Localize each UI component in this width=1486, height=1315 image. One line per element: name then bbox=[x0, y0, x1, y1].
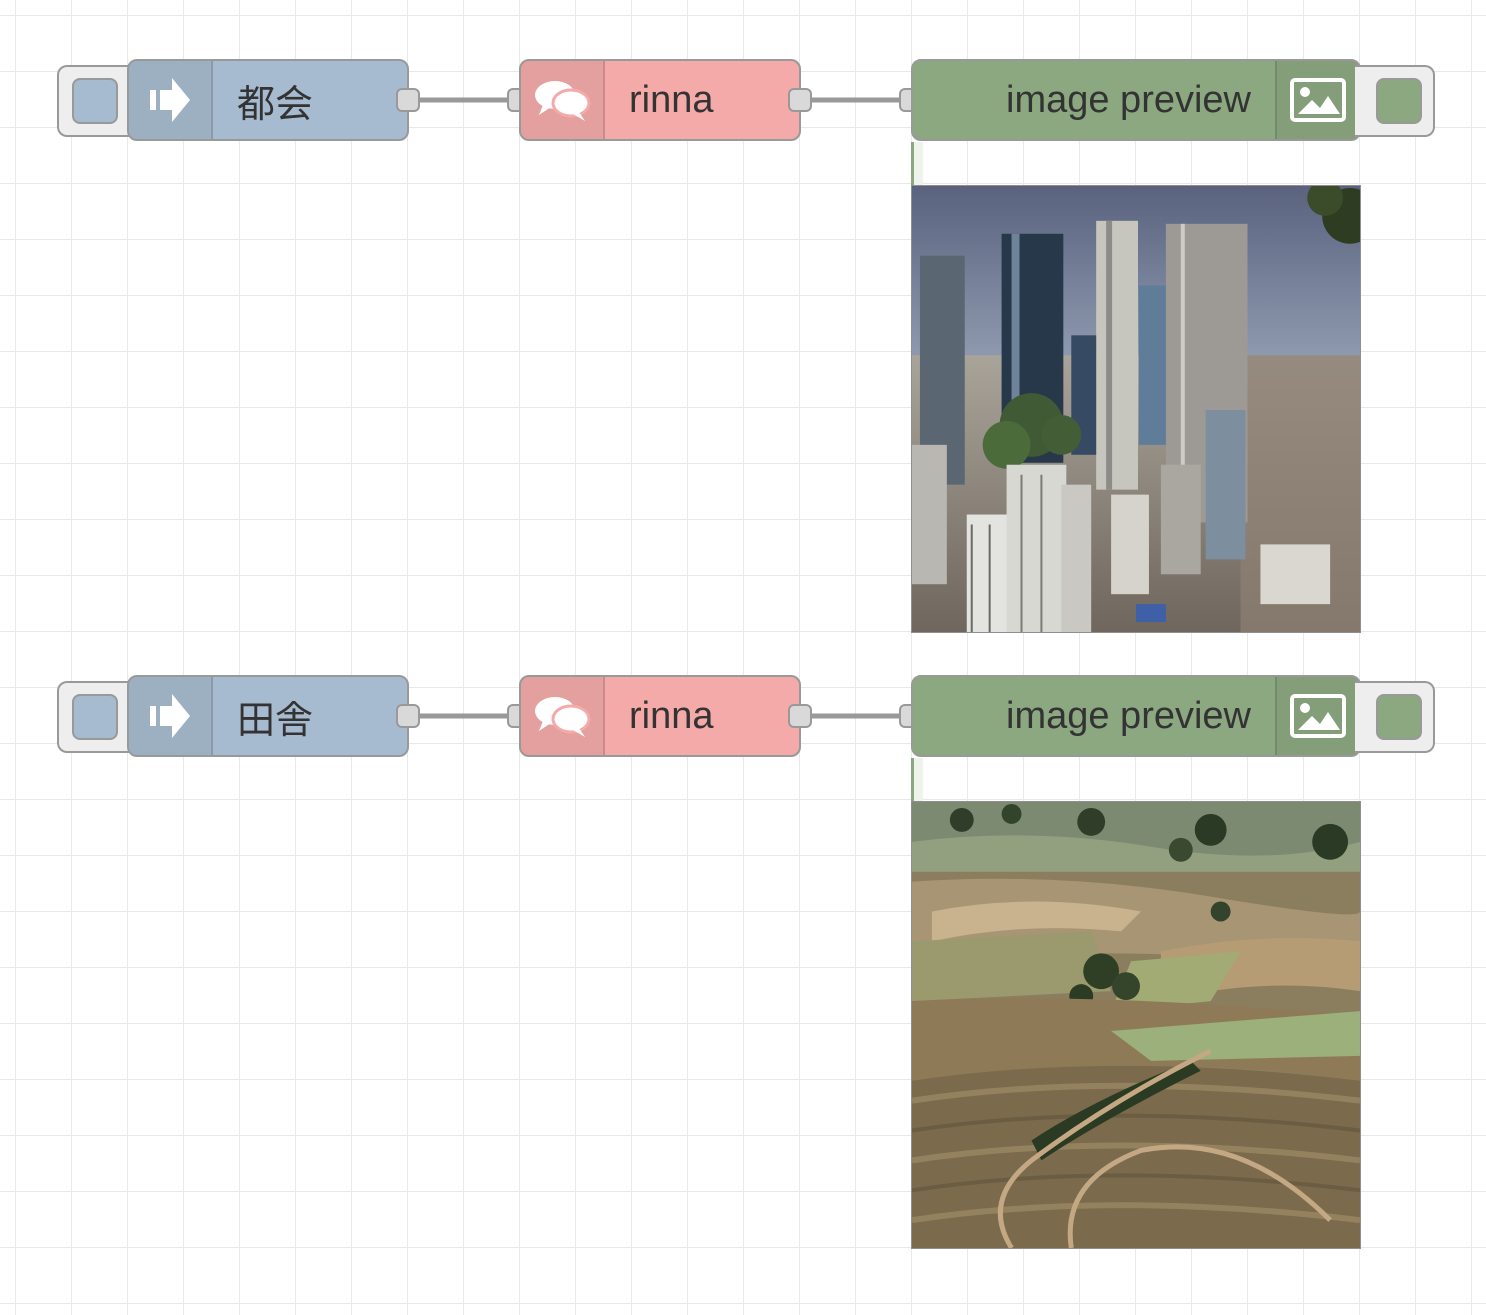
inject-trigger-button[interactable] bbox=[57, 681, 137, 753]
rinna-node[interactable]: rinna bbox=[519, 675, 801, 757]
arrow-in-icon bbox=[129, 677, 213, 755]
preview-connector bbox=[911, 142, 923, 186]
chat-bubbles-icon bbox=[521, 677, 605, 755]
preview-connector bbox=[911, 758, 923, 802]
preview-toggle-button-inner[interactable] bbox=[1376, 694, 1422, 740]
inject-trigger-button-inner[interactable] bbox=[72, 78, 118, 124]
preview-toggle-button[interactable] bbox=[1355, 681, 1435, 753]
inject-node[interactable]: 田舎 bbox=[127, 675, 409, 757]
chat-bubbles-icon bbox=[521, 61, 605, 139]
image-preview-node[interactable]: image preview bbox=[911, 675, 1361, 757]
output-port[interactable] bbox=[788, 88, 812, 112]
flow-row: 田舎 rinna image preview bbox=[0, 672, 1486, 1252]
image-preview-node[interactable]: image preview bbox=[911, 59, 1361, 141]
output-port[interactable] bbox=[396, 704, 420, 728]
flow-row: 都会 rinna image preview bbox=[0, 56, 1486, 636]
image-preview-node-label: image preview bbox=[1006, 694, 1251, 737]
rinna-node[interactable]: rinna bbox=[519, 59, 801, 141]
image-icon bbox=[1275, 677, 1359, 755]
arrow-in-icon bbox=[129, 61, 213, 139]
countryside-fields-image bbox=[911, 801, 1361, 1249]
image-preview-node-label: image preview bbox=[1006, 78, 1251, 121]
inject-node[interactable]: 都会 bbox=[127, 59, 409, 141]
preview-toggle-button-inner[interactable] bbox=[1376, 78, 1422, 124]
rinna-node-label: rinna bbox=[629, 78, 714, 121]
image-icon bbox=[1275, 61, 1359, 139]
preview-toggle-button[interactable] bbox=[1355, 65, 1435, 137]
inject-trigger-button[interactable] bbox=[57, 65, 137, 137]
flow-canvas[interactable]: 都会 rinna image preview 田舎 rinna image pr… bbox=[0, 0, 1486, 1315]
city-skyline-image bbox=[911, 185, 1361, 633]
inject-node-label: 田舎 bbox=[237, 699, 314, 742]
rinna-node-label: rinna bbox=[629, 694, 714, 737]
output-port[interactable] bbox=[396, 88, 420, 112]
output-port[interactable] bbox=[788, 704, 812, 728]
inject-trigger-button-inner[interactable] bbox=[72, 694, 118, 740]
inject-node-label: 都会 bbox=[237, 83, 314, 126]
